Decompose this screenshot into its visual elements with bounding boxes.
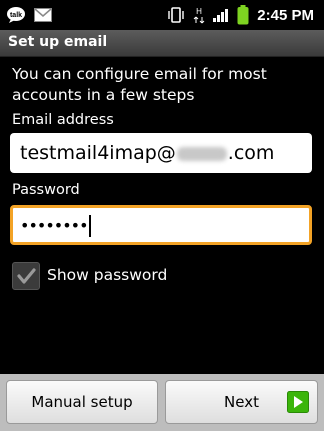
intro-text: You can configure email for most account… <box>12 65 267 104</box>
title-bar: Set up email <box>0 30 324 57</box>
status-time: 2:45 PM <box>257 6 314 24</box>
show-password-label: Show password <box>47 266 168 284</box>
next-button[interactable]: Next <box>165 380 318 424</box>
email-label: Email address <box>12 112 114 128</box>
password-value: •••••••• <box>20 216 88 235</box>
password-label: Password <box>12 182 80 198</box>
status-right-icons: H 2:45 PM <box>167 0 314 30</box>
next-label: Next <box>224 393 259 411</box>
email-value-suffix: .com <box>227 142 275 164</box>
manual-setup-label: Manual setup <box>31 393 133 411</box>
signal-icon <box>213 9 229 22</box>
bottom-button-bar: Manual setup Next <box>0 374 324 431</box>
svg-text:H: H <box>196 7 202 16</box>
next-arrow-icon <box>287 391 309 413</box>
data-h-icon: H <box>193 7 205 24</box>
email-value-prefix: testmail4imap@ <box>20 142 176 164</box>
talk-icon: talk <box>7 7 25 23</box>
checkmark-icon <box>17 268 36 284</box>
manual-setup-button[interactable]: Manual setup <box>6 380 158 424</box>
text-cursor <box>88 214 91 237</box>
email-field[interactable]: testmail4imap@ .com <box>10 133 312 173</box>
show-password-checkbox[interactable] <box>12 262 40 290</box>
status-bar: talk H 2:45 PM <box>0 0 324 30</box>
battery-icon <box>237 5 249 25</box>
redacted-domain <box>176 146 227 161</box>
status-left-icons: talk <box>6 6 52 24</box>
svg-text:talk: talk <box>10 12 22 19</box>
password-field[interactable]: •••••••• <box>10 205 312 245</box>
page-title: Set up email <box>8 34 108 50</box>
gmail-icon <box>34 8 52 22</box>
vibrate-icon <box>168 7 184 23</box>
